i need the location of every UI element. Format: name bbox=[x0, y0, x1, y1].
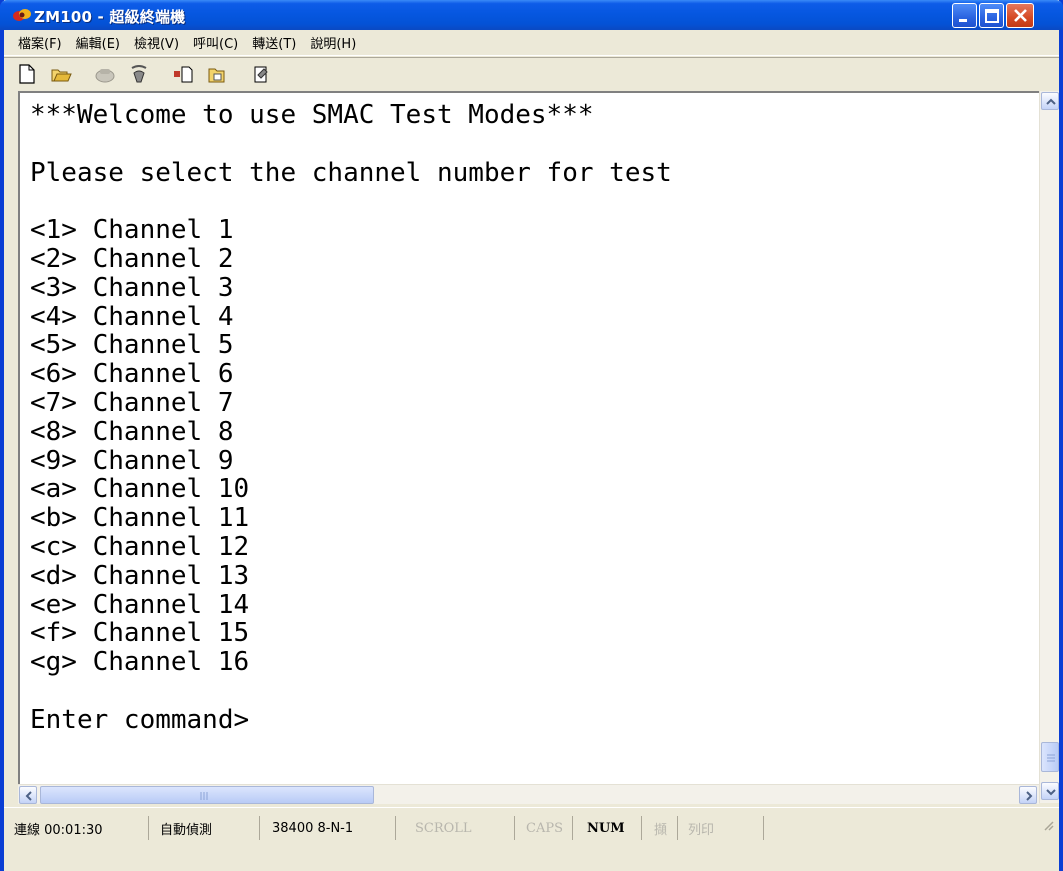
vertical-scroll-thumb[interactable] bbox=[1041, 742, 1059, 772]
minimize-button[interactable] bbox=[952, 3, 977, 28]
terminal-line: <5> Channel 5 bbox=[30, 330, 234, 361]
properties-icon[interactable] bbox=[250, 63, 272, 85]
status-connected-time: 連線 00:01:30 bbox=[4, 816, 149, 840]
hyperterminal-window: ZM100 - 超級終端機 檔案(F) 編輯(E) 檢視(V) 呼叫(C) 轉送… bbox=[0, 0, 1063, 871]
terminal-line: <4> Channel 4 bbox=[30, 301, 234, 332]
close-button[interactable] bbox=[1006, 3, 1034, 28]
terminal-screen[interactable]: ***Welcome to use SMAC Test Modes*** Plea… bbox=[18, 91, 1059, 785]
terminal-line: <9> Channel 9 bbox=[30, 445, 234, 476]
toolbar bbox=[4, 57, 1059, 89]
terminal-line: <e> Channel 14 bbox=[30, 589, 250, 620]
terminal-line: <7> Channel 7 bbox=[30, 387, 234, 418]
title-bar[interactable]: ZM100 - 超級終端機 bbox=[0, 0, 1063, 30]
send-icon[interactable] bbox=[172, 63, 194, 85]
terminal-line: <f> Channel 15 bbox=[30, 618, 250, 649]
menu-file[interactable]: 檔案(F) bbox=[18, 33, 62, 52]
scroll-down-button[interactable] bbox=[1041, 782, 1059, 800]
status-capture: 擷 bbox=[648, 816, 678, 840]
menu-view[interactable]: 檢視(V) bbox=[134, 33, 179, 52]
terminal-line: <6> Channel 6 bbox=[30, 359, 234, 390]
status-print-echo: 列印 bbox=[682, 816, 764, 840]
terminal-line: <g> Channel 16 bbox=[30, 647, 250, 678]
menu-edit[interactable]: 編輯(E) bbox=[76, 33, 120, 52]
terminal-line: Enter command> bbox=[30, 704, 250, 735]
open-icon[interactable] bbox=[50, 63, 72, 85]
maximize-button[interactable] bbox=[979, 3, 1004, 28]
scroll-left-button[interactable] bbox=[19, 786, 37, 804]
status-port-settings: 38400 8-N-1 bbox=[266, 816, 396, 840]
status-num: NUM bbox=[577, 816, 642, 840]
menu-bar: 檔案(F) 編輯(E) 檢視(V) 呼叫(C) 轉送(T) 說明(H) bbox=[4, 30, 1059, 56]
scroll-up-button[interactable] bbox=[1041, 92, 1059, 110]
dial-icon[interactable] bbox=[128, 63, 150, 85]
resize-grip-icon[interactable] bbox=[1041, 817, 1055, 831]
window-title: ZM100 - 超級終端機 bbox=[34, 8, 186, 26]
disconnect-icon[interactable] bbox=[94, 63, 116, 85]
menu-call[interactable]: 呼叫(C) bbox=[193, 33, 238, 52]
status-auto-detect: 自動偵測 bbox=[154, 816, 260, 840]
status-scroll: SCROLL bbox=[407, 816, 515, 840]
terminal-text: ***Welcome to use SMAC Test Modes*** Plea… bbox=[30, 101, 1020, 791]
menu-help[interactable]: 說明(H) bbox=[310, 33, 356, 52]
horizontal-scrollbar[interactable] bbox=[18, 784, 1039, 804]
status-caps: CAPS bbox=[520, 816, 573, 840]
terminal-line: <a> Channel 10 bbox=[30, 474, 250, 505]
terminal-line: ***Welcome to use SMAC Test Modes*** bbox=[30, 100, 594, 130]
terminal-line: <c> Channel 12 bbox=[30, 531, 250, 562]
terminal-line: <1> Channel 1 bbox=[30, 215, 234, 246]
vertical-scrollbar[interactable] bbox=[1039, 91, 1059, 803]
receive-icon[interactable] bbox=[206, 63, 228, 85]
terminal-line: <d> Channel 13 bbox=[30, 560, 250, 591]
terminal-line: <b> Channel 11 bbox=[30, 503, 250, 534]
status-bar: 連線 00:01:30 自動偵測 38400 8-N-1 SCROLL CAPS… bbox=[4, 807, 1059, 871]
terminal-line: <3> Channel 3 bbox=[30, 272, 234, 303]
menu-transfer[interactable]: 轉送(T) bbox=[252, 33, 296, 52]
horizontal-scroll-thumb[interactable] bbox=[40, 786, 374, 804]
terminal-line: <8> Channel 8 bbox=[30, 416, 234, 447]
terminal-line: Please select the channel number for tes… bbox=[30, 157, 672, 188]
scroll-right-button[interactable] bbox=[1019, 786, 1037, 804]
hyperterminal-icon bbox=[12, 7, 31, 23]
terminal-line: <2> Channel 2 bbox=[30, 243, 234, 274]
new-icon[interactable] bbox=[16, 63, 38, 85]
